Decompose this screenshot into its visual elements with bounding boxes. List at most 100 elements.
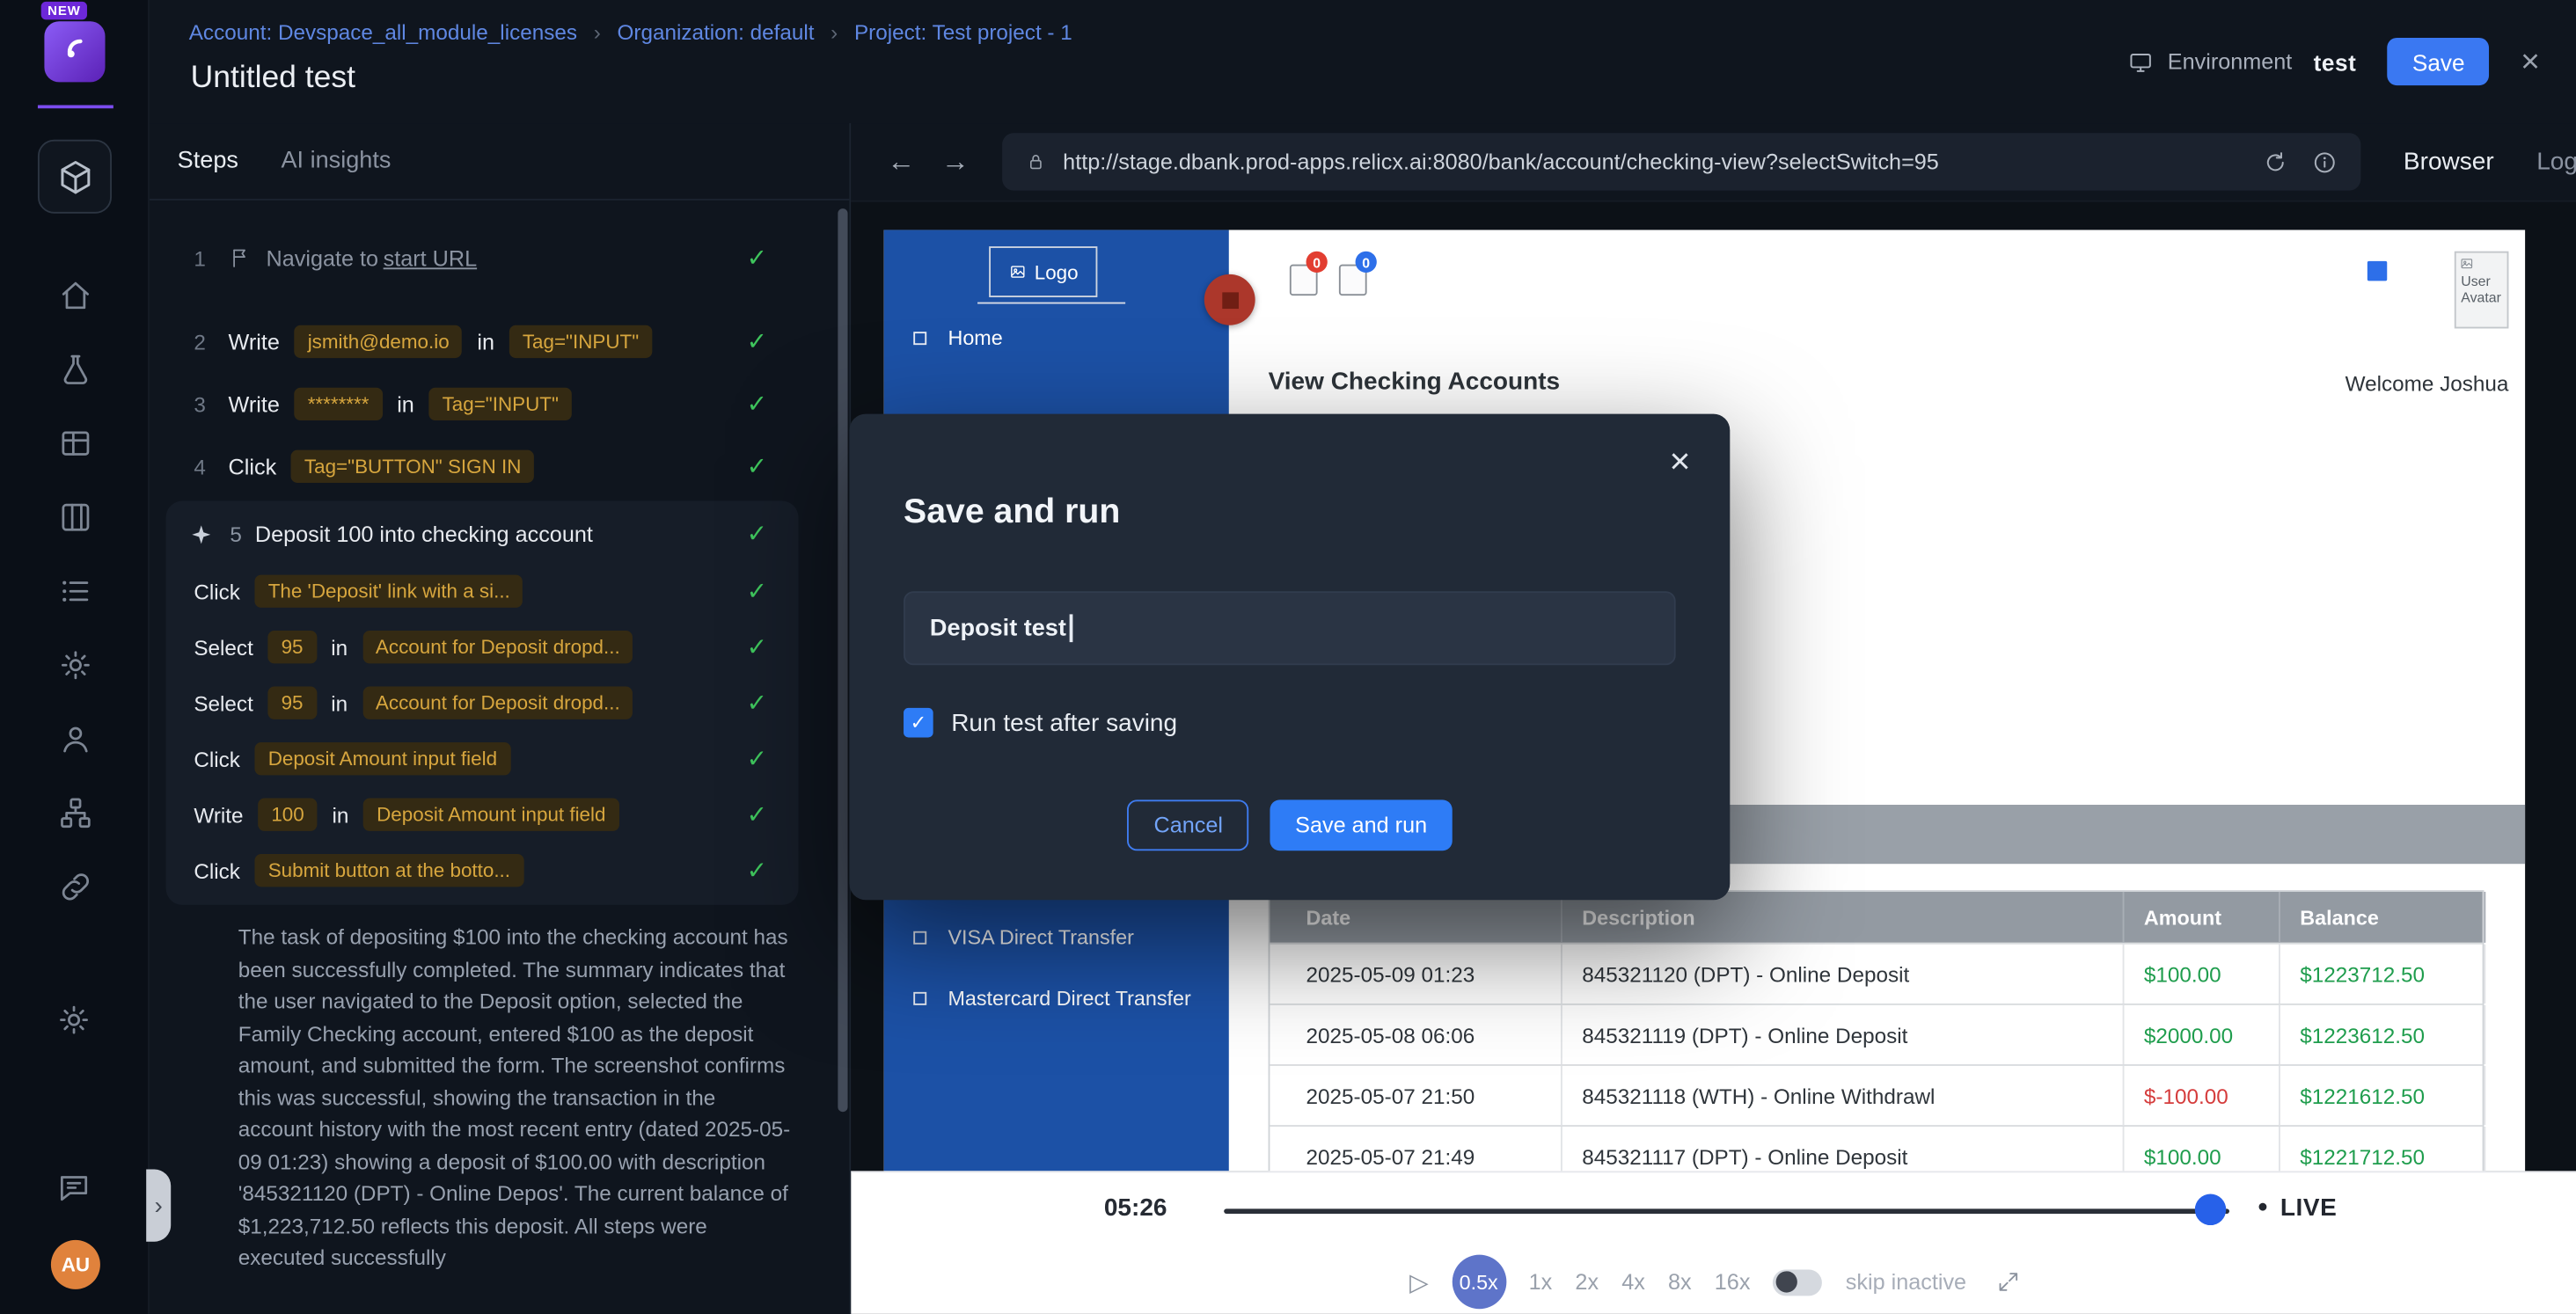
- substep-row[interactable]: Click Submit button at the botto... ✓: [166, 843, 799, 898]
- step-number: 2: [194, 329, 212, 354]
- record-button[interactable]: [1204, 274, 1255, 325]
- browser-nav-bar: ← → http://stage.dbank.prod-apps.relicx.…: [851, 123, 2576, 202]
- save-and-run-button[interactable]: Save and run: [1270, 799, 1452, 850]
- fullscreen-icon[interactable]: [1996, 1269, 2021, 1294]
- tab-ai-insights[interactable]: AI insights: [281, 148, 391, 174]
- step-target-chip: Submit button at the botto...: [255, 854, 523, 887]
- cancel-button[interactable]: Cancel: [1128, 799, 1249, 850]
- breadcrumb-project[interactable]: Project: Test project - 1: [854, 19, 1072, 44]
- checkbox-label[interactable]: Run test after saving: [951, 709, 1177, 737]
- start-url-link[interactable]: start URL: [384, 245, 477, 270]
- rail-item-admin-settings[interactable]: [55, 1002, 91, 1038]
- broken-image-icon: [1008, 263, 1027, 281]
- stop-icon: [1221, 291, 1238, 308]
- check-icon: ✓: [747, 576, 767, 606]
- flask-icon: [56, 352, 92, 388]
- breadcrumb: Account: Devspace_all_module_licenses › …: [189, 19, 1072, 44]
- speed-8x[interactable]: 8x: [1668, 1269, 1692, 1294]
- step-value-chip: ********: [295, 388, 383, 420]
- rail-item-tables[interactable]: [55, 424, 95, 464]
- extension-icon[interactable]: 0: [1290, 265, 1318, 296]
- app-logo[interactable]: [44, 21, 105, 82]
- breadcrumb-organization[interactable]: Organization: default: [617, 19, 814, 44]
- bank-menu-home[interactable]: Home: [913, 327, 1002, 350]
- user-avatar[interactable]: AU: [51, 1240, 100, 1289]
- substep-row[interactable]: Click The 'Deposit' link with a si... ✓: [166, 564, 799, 619]
- rail-item-columns[interactable]: [55, 498, 95, 537]
- step-target-chip: Account for Deposit dropd...: [362, 631, 633, 663]
- step-row-click-signin[interactable]: 4 Click Tag="BUTTON" SIGN IN ✓: [150, 435, 849, 498]
- checkbox-checked[interactable]: ✓: [904, 708, 933, 738]
- speed-1x[interactable]: 1x: [1529, 1269, 1553, 1294]
- tab-steps[interactable]: Steps: [178, 148, 238, 174]
- steps-scrollbar[interactable]: [838, 208, 847, 1112]
- speed-16x[interactable]: 16x: [1715, 1269, 1751, 1294]
- rail-item-tests[interactable]: [38, 140, 112, 214]
- skip-inactive-toggle[interactable]: [1774, 1269, 1823, 1296]
- rail-item-integrations[interactable]: [55, 867, 95, 907]
- rail-item-users[interactable]: [55, 719, 95, 759]
- step-action: Click: [229, 454, 277, 478]
- url-bar[interactable]: http://stage.dbank.prod-apps.relicx.ai:8…: [1002, 133, 2360, 190]
- step-row-navigate[interactable]: 1 Navigate to start URL ✓: [150, 227, 849, 289]
- playhead-handle[interactable]: [2195, 1194, 2226, 1225]
- speed-4x[interactable]: 4x: [1621, 1269, 1645, 1294]
- step-connector: in: [331, 635, 348, 660]
- new-badge: NEW: [41, 2, 88, 20]
- playback-time: 05:26: [1104, 1194, 1167, 1223]
- extension-icon[interactable]: 0: [1339, 265, 1367, 296]
- gear-icon: [56, 647, 92, 683]
- step-action: Select: [194, 635, 252, 660]
- bank-menu-label: VISA Direct Transfer: [948, 926, 1133, 949]
- modal-close-icon[interactable]: ×: [1669, 440, 1690, 483]
- panel-collapse-handle[interactable]: ›: [146, 1170, 171, 1242]
- substep-row[interactable]: Click Deposit Amount input field ✓: [166, 731, 799, 786]
- rail-item-feedback[interactable]: [55, 1170, 91, 1206]
- save-and-run-modal: × Save and run Deposit test ✓ Run test a…: [849, 414, 1730, 901]
- step-target-chip: Tag="INPUT": [509, 325, 652, 358]
- cell-amount: $2000.00: [2124, 1005, 2280, 1064]
- bank-logo-placeholder: Logo: [989, 246, 1097, 297]
- save-button[interactable]: Save: [2388, 38, 2490, 85]
- rail-item-lab[interactable]: [55, 350, 95, 390]
- breadcrumb-account[interactable]: Account: Devspace_all_module_licenses: [189, 19, 577, 44]
- step-row-write-password[interactable]: 3 Write ******** in Tag="INPUT" ✓: [150, 373, 849, 435]
- step-connector: in: [331, 690, 348, 715]
- blue-square-icon[interactable]: [2367, 261, 2387, 281]
- cell-amount: $100.00: [2124, 945, 2280, 1004]
- bank-menu-mastercard-transfer[interactable]: Mastercard Direct Transfer: [913, 987, 1191, 1010]
- refresh-icon[interactable]: [2262, 149, 2288, 175]
- back-icon[interactable]: ←: [887, 145, 915, 178]
- substep-row[interactable]: Select 95 in Account for Deposit dropd..…: [166, 619, 799, 675]
- speed-0-5x[interactable]: 0.5x: [1452, 1255, 1506, 1310]
- speed-2x[interactable]: 2x: [1575, 1269, 1599, 1294]
- bank-menu-visa-transfer[interactable]: VISA Direct Transfer: [913, 926, 1134, 949]
- environment-selector[interactable]: Environment test: [2128, 48, 2356, 75]
- check-icon: ✓: [747, 519, 767, 549]
- close-icon[interactable]: ×: [2521, 45, 2540, 77]
- play-icon[interactable]: ▷: [1409, 1267, 1429, 1297]
- cube-icon: [55, 157, 95, 196]
- tab-browser[interactable]: Browser: [2404, 148, 2494, 176]
- rail-item-home[interactable]: [55, 276, 95, 316]
- rail-item-settings[interactable]: [55, 646, 95, 685]
- substep-row[interactable]: Select 95 in Account for Deposit dropd..…: [166, 675, 799, 730]
- step-row-write-email[interactable]: 2 Write jsmith@demo.io in Tag="INPUT" ✓: [150, 310, 849, 373]
- test-name-input[interactable]: Deposit test: [904, 591, 1676, 665]
- cell-balance: $1221612.50: [2280, 1066, 2485, 1125]
- modal-title: Save and run: [904, 493, 1120, 532]
- info-icon[interactable]: [2311, 149, 2338, 175]
- step-group-header[interactable]: 5 Deposit 100 into checking account ✓: [166, 504, 799, 563]
- timeline-track[interactable]: [1224, 1208, 2229, 1214]
- modal-buttons: Cancel Save and run: [849, 799, 1730, 850]
- substep-row[interactable]: Write 100 in Deposit Amount input field …: [166, 786, 799, 842]
- cell-date: 2025-05-08 06:06: [1270, 1005, 1562, 1064]
- test-name-value: Deposit test: [930, 615, 1066, 641]
- cell-amount: $100.00: [2124, 1127, 2280, 1171]
- rail-item-workflows[interactable]: [55, 793, 95, 833]
- step-action: Click: [194, 858, 240, 883]
- tab-log[interactable]: Log: [2536, 148, 2576, 176]
- forward-icon[interactable]: →: [941, 145, 970, 178]
- test-title[interactable]: Untitled test: [191, 61, 355, 97]
- rail-item-list[interactable]: [55, 572, 95, 611]
